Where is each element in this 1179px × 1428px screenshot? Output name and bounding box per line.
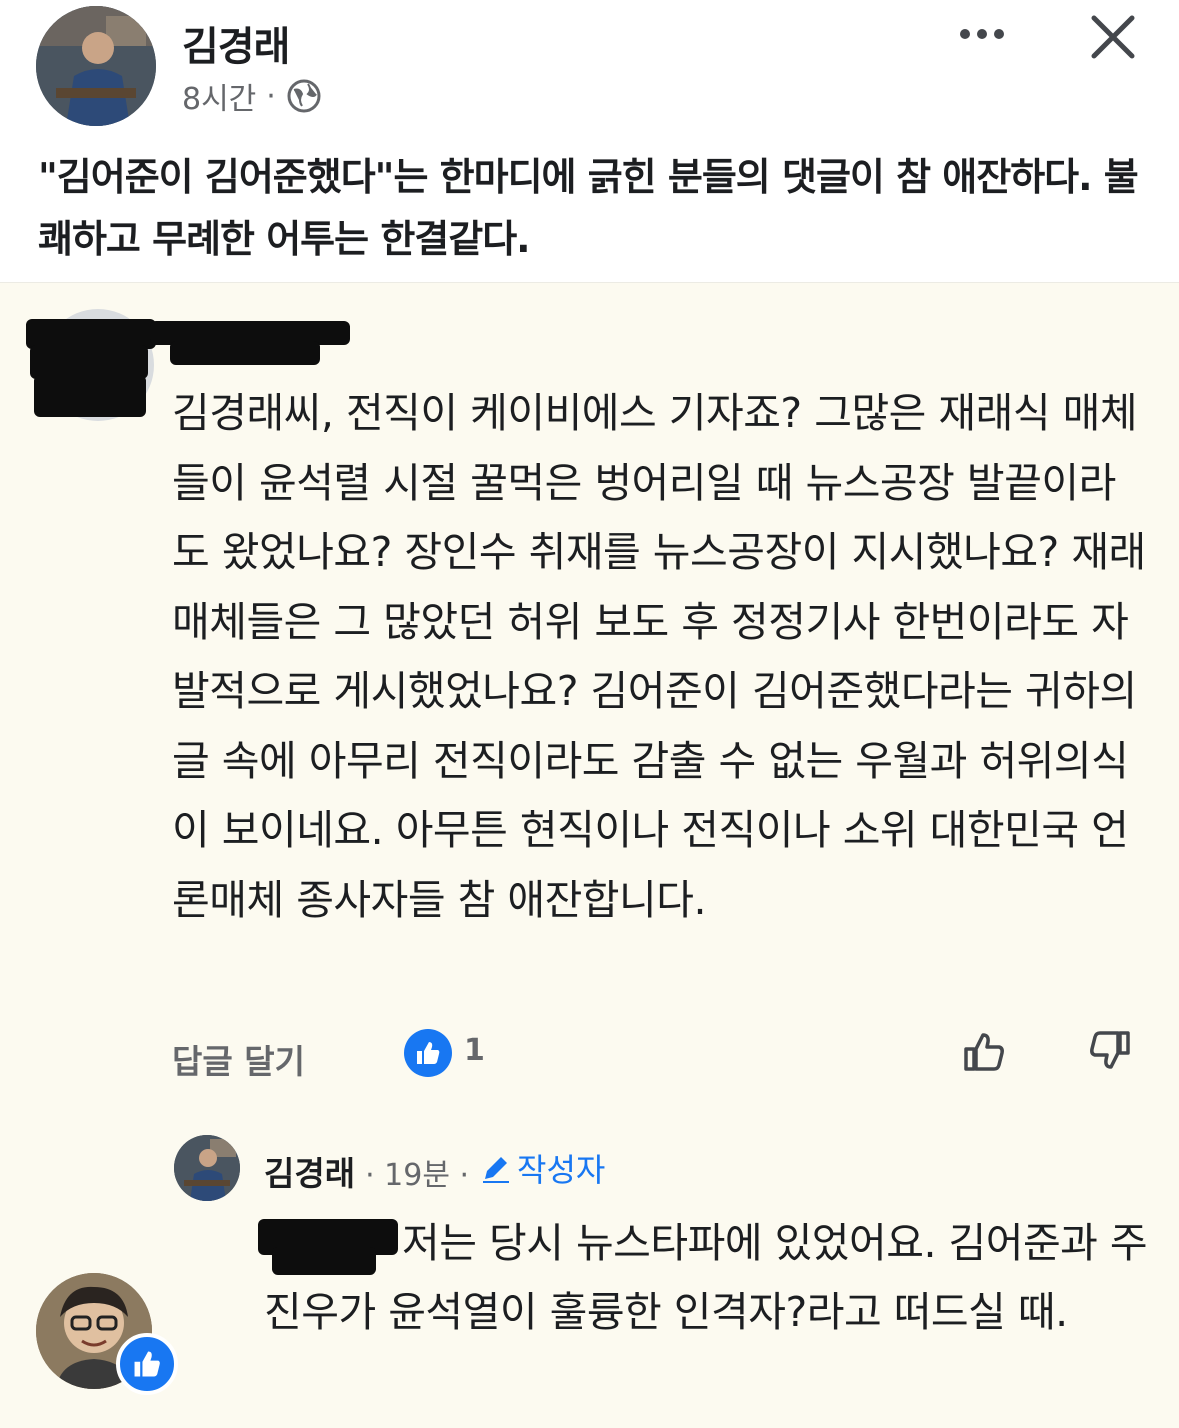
reply-body: 저는 당시 뉴스타파에 있었어요. 김어준과 주진우가 윤석열이 훌륭한 인격자…: [264, 1219, 1148, 1336]
reply-time[interactable]: · 19분 ·: [365, 1150, 469, 1194]
like-count[interactable]: 1: [464, 1033, 485, 1068]
post-meta: 8시간 ·: [182, 74, 322, 118]
author-name[interactable]: 김경래: [182, 14, 290, 72]
comment-actions: 답글 달기 1: [172, 1027, 1147, 1087]
author-badge: 작성자: [479, 1145, 605, 1191]
comments-section: 김경래씨, 전직이 케이비에스 기자죠? 그많은 재래식 매체들이 윤석렬 시절…: [0, 282, 1179, 1428]
thumbs-up-icon[interactable]: [960, 1027, 1008, 1075]
reply-button[interactable]: 답글 달기: [172, 1035, 305, 1083]
reply-author-name[interactable]: 김경래: [264, 1147, 355, 1195]
redaction-mark: [34, 375, 146, 417]
redaction-mark: [170, 341, 320, 365]
close-icon[interactable]: [1084, 8, 1142, 66]
viewer-like-icon: [116, 1333, 178, 1395]
post-text: "김어준이 김어준했다"는 한마디에 긁힌 분들의 댓글이 참 애잔하다. 불쾌…: [38, 155, 1139, 261]
globe-icon: [286, 78, 322, 114]
pencil-icon: [479, 1151, 513, 1185]
author-avatar[interactable]: [36, 6, 156, 126]
reply-author-avatar[interactable]: [174, 1135, 240, 1201]
post-time[interactable]: 8시간: [182, 74, 256, 118]
like-reaction-icon[interactable]: [404, 1029, 452, 1077]
author-badge-label: 작성자: [517, 1151, 606, 1189]
comment-body: 김경래씨, 전직이 케이비에스 기자죠? 그많은 재래식 매체들이 윤석렬 시절…: [172, 389, 1146, 924]
meta-separator: ·: [266, 78, 276, 114]
more-options-icon[interactable]: [952, 14, 1012, 54]
post-header: 김경래 8시간 · "김어준이 김어준했다"는 한마디에 긁힌 분들의 댓글이 …: [0, 0, 1179, 282]
reply-header: 김경래 · 19분 · 작성자: [264, 1145, 605, 1195]
thumbs-down-icon[interactable]: [1086, 1027, 1134, 1075]
redaction-mark: [30, 345, 148, 379]
